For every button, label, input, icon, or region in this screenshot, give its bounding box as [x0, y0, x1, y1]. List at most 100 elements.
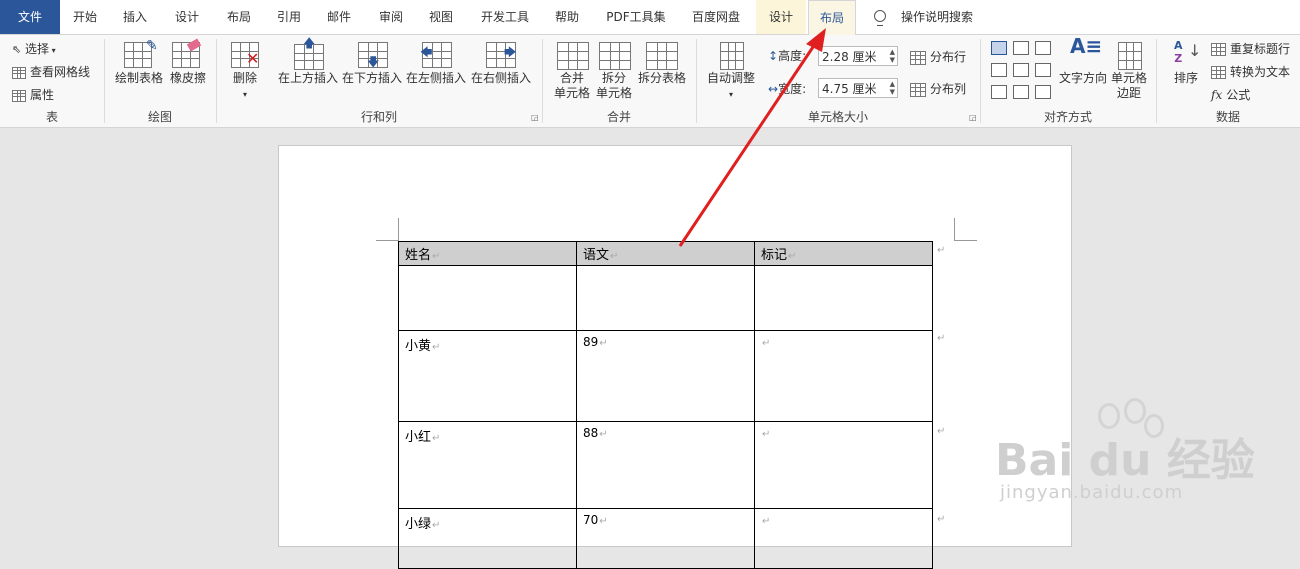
tab-mailings[interactable]: 邮件	[316, 0, 362, 34]
split-table-button[interactable]: 拆分表格	[636, 39, 688, 86]
tab-baidu-netdisk[interactable]: 百度网盘	[680, 0, 752, 34]
spinner-arrows-icon[interactable]: ▲ ▼	[890, 80, 895, 96]
table-cell[interactable]: 88↵	[576, 421, 755, 509]
table-cell[interactable]: ↵	[754, 330, 933, 422]
text-direction-icon: A≡	[1070, 34, 1103, 58]
align-top-right-button[interactable]	[1035, 41, 1051, 55]
sort-az-icon: AZ	[1174, 39, 1183, 65]
table-cell[interactable]	[576, 265, 755, 331]
arrow-down-icon: ↓	[1188, 41, 1202, 60]
paragraph-mark-icon: ↵	[432, 520, 441, 531]
merge-cells-button[interactable]: 合并 单元格	[550, 39, 594, 101]
margin-corner-mark	[954, 218, 977, 241]
table-cell[interactable]	[754, 265, 933, 331]
arrow-down-icon: 🡇	[367, 55, 380, 69]
group-label-cell-size: 单元格大小	[807, 110, 868, 124]
align-middle-center-button[interactable]	[1013, 63, 1029, 77]
dialog-launcher-icon[interactable]: ◲	[531, 113, 539, 122]
paragraph-mark-icon: ↵	[762, 338, 771, 349]
select-button[interactable]: ⇖ 选择 ▾	[12, 40, 56, 57]
delete-button[interactable]: ✕ 删除 ▾	[224, 39, 266, 102]
tab-pdf-tools[interactable]: PDF工具集	[596, 0, 676, 34]
spinner-arrows-icon[interactable]: ▲ ▼	[890, 48, 895, 64]
align-middle-left-button[interactable]	[991, 63, 1007, 77]
align-bottom-center-button[interactable]	[1013, 85, 1029, 99]
tab-table-design[interactable]: 设计	[756, 0, 806, 34]
arrow-right-icon: 🡆	[504, 45, 517, 59]
properties-button[interactable]: 属性	[12, 86, 54, 103]
height-input[interactable]: 2.28 厘米 ▲ ▼	[818, 46, 898, 66]
draw-table-button[interactable]: ✎ 绘制表格	[112, 39, 166, 86]
tab-design[interactable]: 设计	[162, 0, 212, 34]
table-header-cell[interactable]: 姓名↵	[398, 241, 577, 266]
chevron-down-icon: ▾	[242, 90, 247, 99]
table-header-cell[interactable]: 标记↵	[754, 241, 933, 266]
formula-fx-icon: fx	[1211, 88, 1223, 102]
align-top-left-button[interactable]	[991, 41, 1007, 55]
watermark-logo: Bai du 经验	[995, 435, 1255, 486]
paragraph-mark-icon: ↵	[432, 433, 441, 444]
delete-x-icon: ✕	[246, 49, 260, 68]
chevron-down-icon: ▾	[728, 90, 733, 99]
tab-table-layout[interactable]: 布局	[808, 0, 856, 35]
table-cell[interactable]: 小红↵	[398, 421, 577, 509]
chevron-down-icon: ▾	[49, 46, 56, 55]
convert-to-text-button[interactable]: 转换为文本	[1211, 63, 1290, 80]
document-page[interactable]: 姓名↵ 语文↵ 标记↵ 小黄↵ 89↵ ↵ 小红↵ 88↵ ↵ 小绿↵ 70↵ …	[278, 145, 1072, 569]
align-top-center-button[interactable]	[1013, 41, 1029, 55]
repeat-header-icon	[1211, 43, 1226, 56]
tab-review[interactable]: 审阅	[366, 0, 416, 34]
table-cell[interactable]: ↵	[754, 421, 933, 509]
distribute-columns-icon	[910, 82, 926, 97]
paragraph-mark-icon: ↵	[432, 342, 441, 353]
tab-home[interactable]: 开始	[62, 0, 108, 34]
paragraph-mark-icon: ↵	[599, 429, 608, 440]
insert-left-button[interactable]: 🡄 在左侧插入	[404, 39, 468, 86]
tab-developer[interactable]: 开发工具	[470, 0, 540, 34]
ribbon: ⇖ 选择 ▾ 查看网格线 属性 表 ✎ 绘制表格 橡皮擦 绘图 ✕ 删除 ▾ 🡅…	[0, 35, 1300, 128]
repeat-header-rows-button[interactable]: 重复标题行	[1211, 40, 1290, 57]
view-gridlines-button[interactable]: 查看网格线	[12, 63, 90, 80]
cell-margins-button[interactable]: 单元格 边距	[1108, 39, 1150, 101]
tab-view[interactable]: 视图	[416, 0, 466, 34]
table-cell[interactable]	[398, 265, 577, 331]
align-middle-right-button[interactable]	[1035, 63, 1051, 77]
table-header-row: 姓名↵ 语文↵ 标记↵	[398, 241, 933, 266]
row-end-mark-icon: ↵	[937, 333, 946, 344]
distribute-rows-button[interactable]: 分布行	[910, 48, 966, 65]
group-label-merge: 合并	[606, 110, 631, 124]
insert-below-button[interactable]: 🡇 在下方插入	[340, 39, 404, 86]
table-cell[interactable]: 小黄↵	[398, 330, 577, 422]
table-cell[interactable]: 89↵	[576, 330, 755, 422]
align-bottom-left-button[interactable]	[991, 85, 1007, 99]
tab-insert[interactable]: 插入	[112, 0, 158, 34]
distribute-columns-button[interactable]: 分布列	[910, 80, 966, 97]
eraser-button[interactable]: 橡皮擦	[166, 38, 210, 86]
row-end-mark-icon: ↵	[937, 426, 946, 437]
split-cells-button[interactable]: 拆分 单元格	[594, 39, 634, 101]
tab-references[interactable]: 引用	[266, 0, 312, 34]
insert-right-button[interactable]: 🡆 在右侧插入	[468, 39, 534, 86]
width-input[interactable]: 4.75 厘米 ▲ ▼	[818, 78, 898, 98]
tab-help[interactable]: 帮助	[544, 0, 590, 34]
autofit-button[interactable]: 自动调整 ▾	[704, 39, 758, 102]
tab-file[interactable]: 文件	[0, 0, 60, 34]
row-end-mark-icon: ↵	[937, 514, 946, 525]
formula-button[interactable]: fx 公式	[1211, 86, 1250, 103]
width-label: ↔宽度:	[768, 82, 807, 96]
text-direction-button[interactable]: A≡ 文字方向	[1056, 34, 1110, 86]
paragraph-mark-icon: ↵	[432, 251, 441, 262]
tab-layout[interactable]: 布局	[214, 0, 264, 34]
paragraph-mark-icon: ↵	[762, 516, 771, 527]
align-bottom-right-button[interactable]	[1035, 85, 1051, 99]
group-label-alignment: 对齐方式	[1043, 110, 1092, 124]
paragraph-mark-icon: ↵	[788, 251, 797, 262]
data-table[interactable]: 姓名↵ 语文↵ 标记↵ 小黄↵ 89↵ ↵ 小红↵ 88↵ ↵ 小绿↵ 70↵ …	[398, 241, 933, 569]
insert-above-button[interactable]: 🡅 在上方插入	[276, 36, 340, 86]
gridlines-icon	[12, 66, 26, 79]
tell-me-search[interactable]: 操作说明搜索	[892, 0, 982, 34]
group-label-rows-columns: 行和列	[360, 110, 397, 124]
table-header-cell[interactable]: 语文↵	[576, 241, 755, 266]
sort-button[interactable]: AZ ↓ 排序	[1166, 39, 1206, 86]
dialog-launcher-icon[interactable]: ◲	[969, 113, 977, 122]
